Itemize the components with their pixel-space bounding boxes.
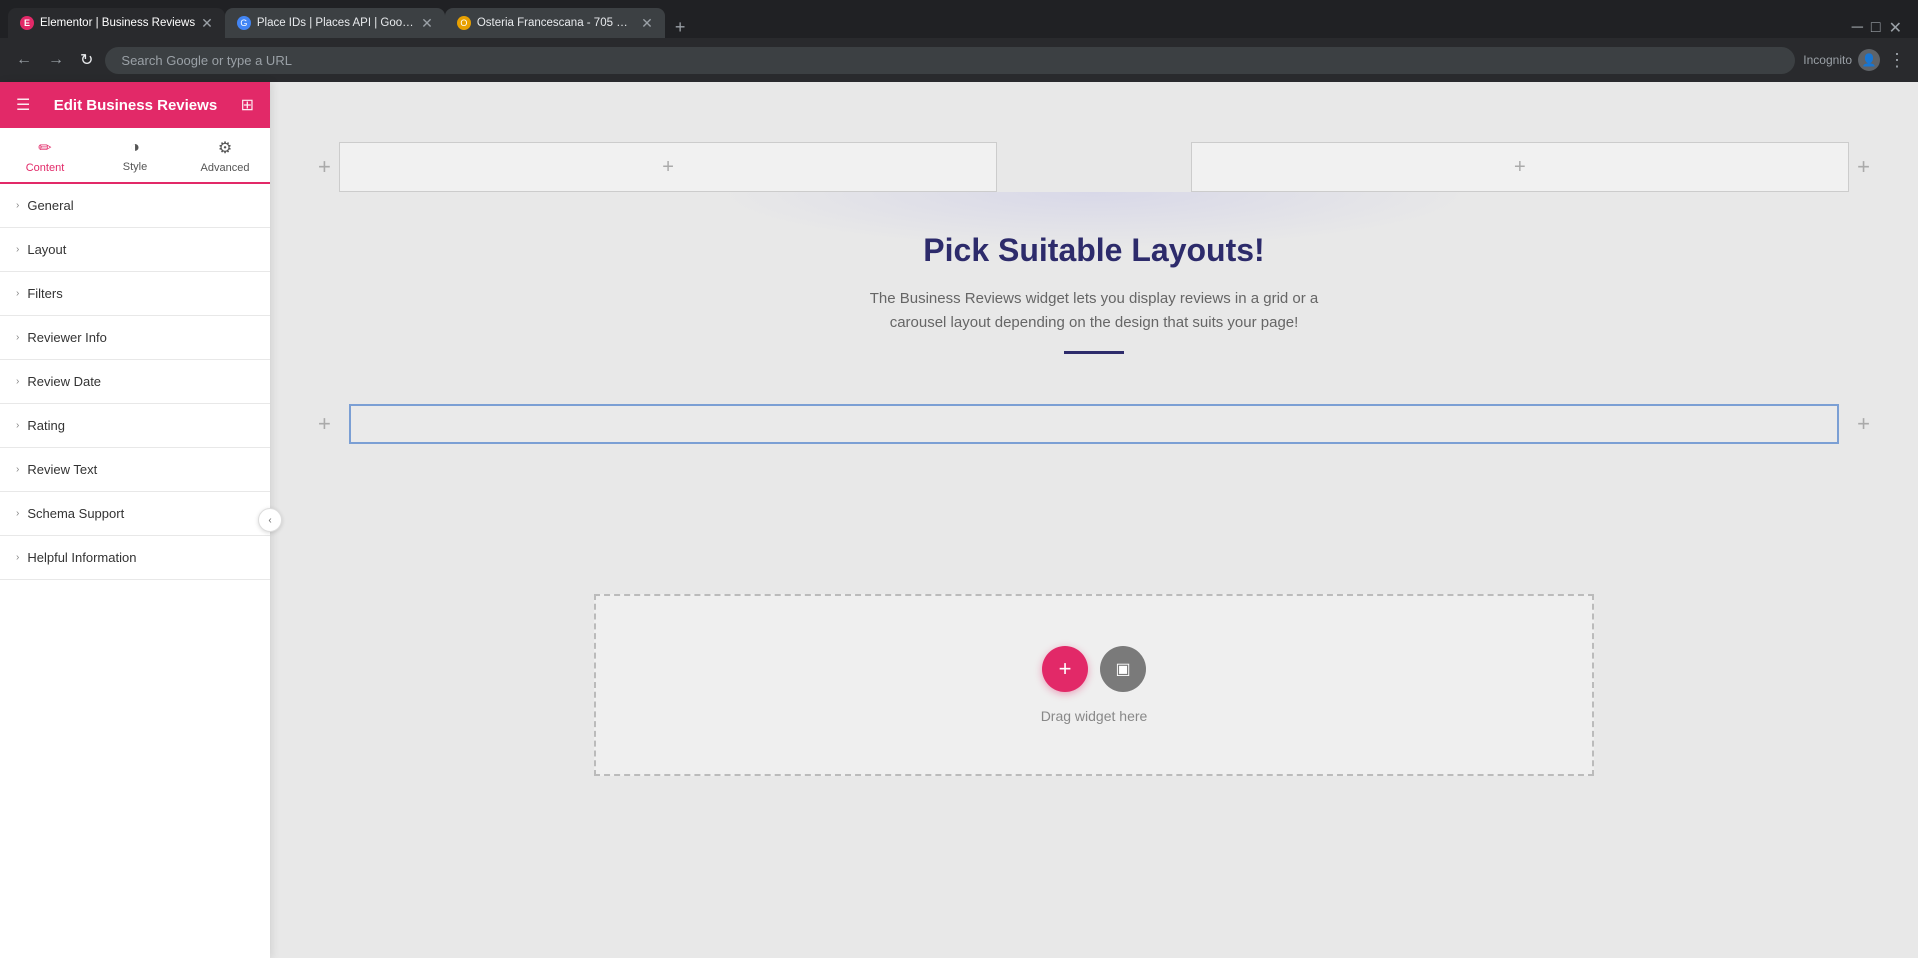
tab-content[interactable]: ✏ Content [0, 128, 90, 184]
add-widget-button[interactable]: + [1042, 646, 1088, 692]
new-tab-button[interactable]: + [669, 17, 692, 38]
section-schema-label: Schema Support [27, 506, 124, 521]
section-review-text[interactable]: › Review Text [0, 448, 270, 492]
close-button[interactable]: ✕ [1889, 18, 1902, 38]
content-tab-icon: ✏ [38, 138, 51, 158]
advanced-tab-label: Advanced [201, 162, 250, 174]
sidebar: ☰ Edit Business Reviews ⊞ ✏ Content ◑ St… [0, 82, 270, 958]
tab-favicon-osteria: O [457, 16, 471, 30]
style-tab-icon: ◑ [130, 139, 140, 157]
template-button[interactable]: ▣ [1100, 646, 1146, 692]
section-reviewer-info[interactable]: › Reviewer Info [0, 316, 270, 360]
advanced-tab-icon: ⚙ [218, 138, 232, 158]
hero-divider [1064, 351, 1124, 354]
left-placeholder-col[interactable]: + [339, 142, 998, 192]
section-date-label: Review Date [27, 374, 101, 389]
tab-elementor[interactable]: E Elementor | Business Reviews ✕ [8, 8, 225, 38]
section-reviewer-label: Reviewer Info [27, 330, 106, 345]
hero-title: Pick Suitable Layouts! [664, 232, 1524, 269]
canvas-content: + + + + Pick Suitable Layouts! The Busin… [270, 82, 1918, 958]
sidebar-collapse-button[interactable]: ‹ [258, 508, 282, 532]
tab-close-osteria[interactable]: ✕ [641, 16, 653, 30]
section-rating-label: Rating [27, 418, 65, 433]
drag-label: Drag widget here [1041, 708, 1148, 724]
middle-row-right-plus[interactable]: + [1849, 407, 1878, 441]
top-placeholder-row: + + + + [310, 142, 1878, 192]
sidebar-tabs: ✏ Content ◑ Style ⚙ Advanced [0, 128, 270, 184]
middle-row-left-plus[interactable]: + [310, 407, 339, 441]
section-rating[interactable]: › Rating [0, 404, 270, 448]
browser-chrome: E Elementor | Business Reviews ✕ G Place… [0, 0, 1918, 82]
hamburger-icon[interactable]: ☰ [16, 95, 30, 115]
right-col-plus-icon[interactable]: + [1514, 156, 1526, 179]
tab-favicon-places: G [237, 16, 251, 30]
incognito-info: Incognito 👤 [1803, 49, 1880, 71]
tab-close-elementor[interactable]: ✕ [201, 16, 213, 30]
chevron-text-icon: › [16, 464, 19, 475]
tab-label-elementor: Elementor | Business Reviews [40, 17, 195, 29]
drag-widget-zone[interactable]: + ▣ Drag widget here [594, 594, 1594, 776]
section-helpful-label: Helpful Information [27, 550, 136, 565]
tab-label-places: Place IDs | Places API | Google... [257, 17, 415, 29]
incognito-icon: 👤 [1858, 49, 1880, 71]
section-layout-label: Layout [27, 242, 66, 257]
tab-bar: E Elementor | Business Reviews ✕ G Place… [0, 0, 1918, 38]
section-general-label: General [27, 198, 73, 213]
reload-button[interactable]: ↻ [76, 46, 97, 74]
tab-close-places[interactable]: ✕ [421, 16, 433, 30]
sidebar-title: Edit Business Reviews [54, 97, 217, 114]
address-bar: ← → ↻ Incognito 👤 ⋮ [0, 38, 1918, 82]
right-placeholder-col[interactable]: + [1191, 142, 1850, 192]
tab-favicon-elementor: E [20, 16, 34, 30]
url-input[interactable] [105, 47, 1795, 74]
sidebar-sections: › General › Layout › Filters › Rev [0, 184, 270, 958]
chevron-date-icon: › [16, 376, 19, 387]
section-text-label: Review Text [27, 462, 97, 477]
section-schema[interactable]: › Schema Support [0, 492, 270, 536]
section-general[interactable]: › General [0, 184, 270, 228]
window-controls: ─ □ ✕ [1852, 18, 1910, 38]
left-row-plus[interactable]: + [310, 150, 339, 184]
drag-buttons: + ▣ [1042, 646, 1146, 692]
content-tab-label: Content [26, 162, 65, 174]
chevron-filters-icon: › [16, 288, 19, 299]
chevron-rating-icon: › [16, 420, 19, 431]
large-placeholder[interactable] [349, 404, 1839, 444]
hero-description: The Business Reviews widget lets you dis… [844, 287, 1344, 335]
section-review-date[interactable]: › Review Date [0, 360, 270, 404]
tab-osteria[interactable]: O Osteria Francescana - 705 Photo... ✕ [445, 8, 665, 38]
style-tab-label: Style [123, 161, 147, 173]
chevron-schema-icon: › [16, 508, 19, 519]
back-button[interactable]: ← [12, 47, 36, 73]
minimize-button[interactable]: ─ [1852, 19, 1863, 37]
tab-style[interactable]: ◑ Style [90, 128, 180, 184]
section-helpful[interactable]: › Helpful Information [0, 536, 270, 580]
section-layout[interactable]: › Layout [0, 228, 270, 272]
middle-row: + + [310, 404, 1878, 444]
section-filters-label: Filters [27, 286, 62, 301]
browser-menu-button[interactable]: ⋮ [1888, 50, 1906, 71]
tab-places[interactable]: G Place IDs | Places API | Google... ✕ [225, 8, 445, 38]
left-col-plus-icon[interactable]: + [662, 156, 674, 179]
section-filters[interactable]: › Filters [0, 272, 270, 316]
tab-label-osteria: Osteria Francescana - 705 Photo... [477, 17, 635, 29]
canvas-area: + + + + Pick Suitable Layouts! The Busin… [270, 82, 1918, 958]
content-hero: Pick Suitable Layouts! The Business Revi… [644, 192, 1544, 394]
chevron-reviewer-icon: › [16, 332, 19, 343]
chevron-layout-icon: › [16, 244, 19, 255]
maximize-button[interactable]: □ [1871, 19, 1881, 37]
forward-button[interactable]: → [44, 47, 68, 73]
sidebar-header: ☰ Edit Business Reviews ⊞ [0, 82, 270, 128]
right-row-plus[interactable]: + [1849, 150, 1878, 184]
tab-advanced[interactable]: ⚙ Advanced [180, 128, 270, 184]
chevron-helpful-icon: › [16, 552, 19, 563]
grid-icon[interactable]: ⊞ [241, 95, 254, 115]
incognito-label: Incognito [1803, 53, 1852, 67]
chevron-general-icon: › [16, 200, 19, 211]
